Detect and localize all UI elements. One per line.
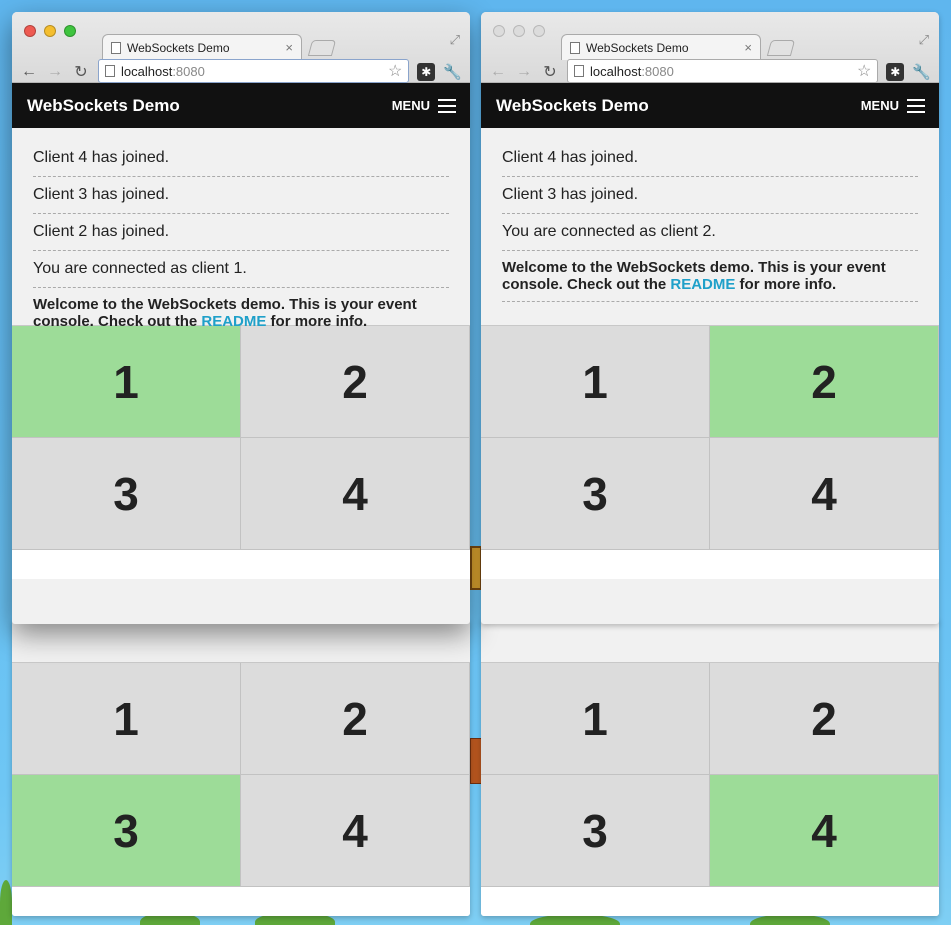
tile-4[interactable]: 4: [710, 438, 939, 550]
reload-icon[interactable]: ↻: [541, 62, 559, 82]
extension-icon[interactable]: ✱: [417, 63, 436, 81]
url-text[interactable]: localhost:8080: [121, 64, 382, 79]
close-window-button[interactable]: [24, 25, 36, 37]
tile-grid: 1234: [481, 325, 939, 550]
tab-title: WebSockets Demo: [586, 40, 689, 55]
page-footer: [12, 887, 470, 916]
menu-button[interactable]: MENU: [861, 98, 925, 113]
page-icon: [574, 65, 584, 77]
extension-icon[interactable]: ✱: [886, 63, 905, 81]
tile-2[interactable]: 2: [710, 663, 939, 775]
tile-3[interactable]: 3: [12, 775, 241, 887]
hamburger-icon: [438, 98, 456, 113]
minimize-window-button[interactable]: [513, 25, 525, 37]
star-icon[interactable]: ☆: [388, 61, 402, 81]
page-icon: [105, 65, 115, 77]
wrench-icon[interactable]: 🔧: [443, 63, 462, 81]
tile-3[interactable]: 3: [12, 438, 241, 550]
tile-1[interactable]: 1: [481, 326, 710, 438]
forward-arrow-icon[interactable]: →: [515, 63, 533, 81]
app-header: WebSockets Demo MENU: [12, 83, 470, 128]
wrench-icon[interactable]: 🔧: [912, 63, 931, 81]
page-footer: [12, 550, 470, 579]
console-line: Client 3 has joined.: [502, 177, 918, 214]
console-line: Client 4 has joined.: [33, 148, 449, 177]
fullscreen-icon[interactable]: ⤢: [450, 32, 460, 48]
back-arrow-icon[interactable]: ←: [20, 63, 38, 81]
menu-label: MENU: [860, 98, 899, 113]
event-console: [481, 620, 939, 662]
menu-label: MENU: [391, 98, 430, 113]
fullscreen-icon[interactable]: ⤢: [919, 32, 929, 48]
tile-4[interactable]: 4: [241, 775, 470, 887]
browser-chrome: WebSockets Demo × ⤢ ← → ↻ localhost:8080…: [481, 12, 939, 83]
tab-title: WebSockets Demo: [127, 40, 230, 55]
tile-grid: 1234: [12, 325, 470, 550]
browser-window-client-4: 1234: [481, 620, 939, 916]
browser-toolbar: ← → ↻ localhost:8080 ☆ ✱ 🔧: [12, 59, 470, 83]
console-line: Client 2 has joined.: [33, 214, 449, 251]
browser-tab[interactable]: WebSockets Demo ×: [561, 34, 761, 60]
tile-3[interactable]: 3: [481, 775, 710, 887]
address-bar[interactable]: localhost:8080 ☆: [567, 59, 879, 83]
star-icon[interactable]: ☆: [857, 61, 871, 81]
green-hill-decoration: [0, 880, 12, 925]
browser-window-client-2: WebSockets Demo × ⤢ ← → ↻ localhost:8080…: [481, 12, 939, 624]
hamburger-icon: [907, 98, 925, 113]
event-console: Client 4 has joined. Client 3 has joined…: [481, 128, 939, 325]
tile-2[interactable]: 2: [241, 663, 470, 775]
minimize-window-button[interactable]: [44, 25, 56, 37]
app-header: WebSockets Demo MENU: [481, 83, 939, 128]
tile-1[interactable]: 1: [12, 326, 241, 438]
new-tab-button[interactable]: [307, 40, 337, 56]
readme-link[interactable]: README: [670, 276, 735, 293]
page-icon: [111, 41, 121, 54]
page-icon: [570, 41, 580, 54]
tile-2[interactable]: 2: [710, 326, 939, 438]
event-console: [12, 620, 470, 662]
back-arrow-icon[interactable]: ←: [489, 63, 507, 81]
menu-button[interactable]: MENU: [392, 98, 456, 113]
close-tab-icon[interactable]: ×: [285, 40, 293, 55]
browser-window-client-3: 1234: [12, 620, 470, 916]
window-controls: [493, 25, 545, 37]
url-text[interactable]: localhost:8080: [590, 64, 851, 79]
event-console: Client 4 has joined. Client 3 has joined…: [12, 128, 470, 330]
console-line: Client 3 has joined.: [33, 177, 449, 214]
tile-4[interactable]: 4: [241, 438, 470, 550]
console-line: You are connected as client 1.: [33, 251, 449, 288]
tile-grid: 1234: [12, 662, 470, 887]
new-tab-button[interactable]: [766, 40, 796, 56]
tile-3[interactable]: 3: [481, 438, 710, 550]
zoom-window-button[interactable]: [64, 25, 76, 37]
close-tab-icon[interactable]: ×: [744, 40, 752, 55]
browser-tab[interactable]: WebSockets Demo ×: [102, 34, 302, 60]
tile-1[interactable]: 1: [12, 663, 241, 775]
zoom-window-button[interactable]: [533, 25, 545, 37]
app-title: WebSockets Demo: [27, 95, 180, 115]
reload-icon[interactable]: ↻: [72, 62, 90, 82]
page-footer: [481, 550, 939, 579]
browser-toolbar: ← → ↻ localhost:8080 ☆ ✱ 🔧: [481, 59, 939, 83]
console-line: Client 4 has joined.: [502, 148, 918, 177]
page-footer: [481, 887, 939, 916]
tile-1[interactable]: 1: [481, 663, 710, 775]
browser-chrome: WebSockets Demo × ⤢ ← → ↻ localhost:8080…: [12, 12, 470, 83]
address-bar[interactable]: localhost:8080 ☆: [98, 59, 410, 83]
tile-grid: 1234: [481, 662, 939, 887]
welcome-message: Welcome to the WebSockets demo. This is …: [502, 251, 918, 302]
close-window-button[interactable]: [493, 25, 505, 37]
window-controls: [24, 25, 76, 37]
tile-2[interactable]: 2: [241, 326, 470, 438]
tile-4[interactable]: 4: [710, 775, 939, 887]
browser-window-client-1: WebSockets Demo × ⤢ ← → ↻ localhost:8080…: [12, 12, 470, 624]
forward-arrow-icon[interactable]: →: [46, 63, 64, 81]
app-title: WebSockets Demo: [496, 95, 649, 115]
console-line: You are connected as client 2.: [502, 214, 918, 251]
